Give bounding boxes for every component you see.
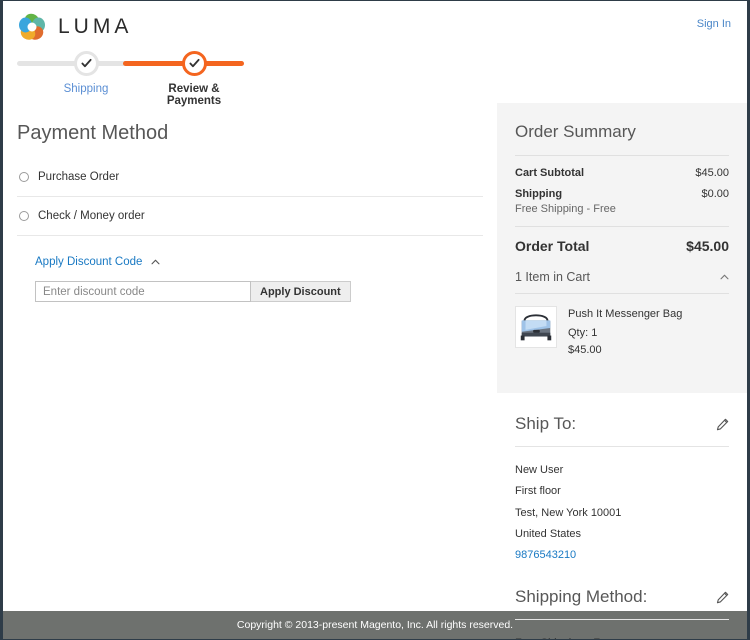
- order-total-value: $45.00: [686, 238, 729, 254]
- copyright-text: Copyright © 2013-present Magento, Inc. A…: [236, 619, 514, 631]
- cart-items-toggle[interactable]: 1 Item in Cart: [515, 270, 729, 294]
- shipping-method-title: Shipping Method:: [515, 587, 648, 607]
- shipping-method-value: Free Shipping - Free: [515, 620, 729, 639]
- phone-link[interactable]: 9876543210: [515, 549, 576, 561]
- checkout-progress-bar: Shipping Review & Payments: [17, 47, 747, 107]
- pencil-icon[interactable]: [716, 418, 729, 431]
- check-icon: [188, 58, 200, 69]
- site-logo[interactable]: LUMA: [17, 12, 733, 42]
- payment-option-label[interactable]: Purchase Order: [38, 171, 119, 183]
- chevron-up-icon[interactable]: [720, 274, 729, 280]
- address-line: First floor: [515, 485, 561, 498]
- cart-item-qty: Qty: 1: [568, 327, 598, 340]
- order-sidebar: Order Summary Cart Subtotal $45.00 Shipp…: [497, 103, 747, 639]
- totals-value: $45.00: [695, 167, 729, 179]
- payment-option-purchase-order[interactable]: Purchase Order: [17, 171, 483, 197]
- messenger-bag-thumbnail-icon: [515, 306, 557, 359]
- order-summary-title: Order Summary: [515, 122, 636, 141]
- ship-to-address: New User First floor Test, New York 1000…: [515, 447, 729, 566]
- address-line: United States: [515, 527, 582, 540]
- radio-purchase-order[interactable]: [19, 172, 29, 182]
- totals-row-cart-subtotal: Cart Subtotal $45.00: [515, 167, 729, 179]
- progress-step-review: Review & Payments: [146, 47, 242, 107]
- progress-step-shipping[interactable]: Shipping: [38, 47, 134, 95]
- checkout-page: LUMA Sign In Shipping Review & Payments …: [3, 1, 747, 639]
- chevron-up-icon: [151, 259, 160, 265]
- totals-label: Shipping: [515, 188, 563, 200]
- radio-check-money-order[interactable]: [19, 211, 29, 221]
- ship-to-header: Ship To:: [515, 414, 729, 448]
- page-title: Payment Method: [17, 122, 169, 144]
- payment-option-label[interactable]: Check / Money order: [38, 210, 145, 222]
- check-icon: [80, 58, 92, 69]
- payment-option-check-money-order[interactable]: Check / Money order: [17, 210, 483, 236]
- luma-flower-logo-icon: [17, 12, 47, 42]
- browser-viewport: LUMA Sign In Shipping Review & Payments …: [0, 0, 750, 640]
- page-header: LUMA Sign In: [3, 1, 747, 47]
- apply-discount-code-toggle[interactable]: Apply Discount Code: [35, 256, 160, 268]
- cart-item-price: $45.00: [568, 344, 602, 357]
- progress-step-label-shipping[interactable]: Shipping: [38, 83, 134, 95]
- sign-in-link[interactable]: Sign In: [697, 18, 731, 30]
- discount-form: Apply Discount: [35, 281, 483, 302]
- cart-items-count-label: 1 Item in Cart: [515, 270, 591, 284]
- address-line: Test, New York 10001: [515, 506, 622, 519]
- shipping-method-header: Shipping Method:: [515, 587, 729, 621]
- cart-item: Push It Messenger Bag Qty: 1 $45.00: [515, 306, 729, 359]
- totals-label: Cart Subtotal: [515, 167, 585, 179]
- payment-method-column: Payment Method Purchase Order Check / Mo…: [3, 103, 483, 302]
- apply-discount-code-label: Apply Discount Code: [35, 256, 143, 268]
- order-total-label: Order Total: [515, 238, 590, 254]
- step-bullet-shipping[interactable]: [73, 51, 99, 76]
- order-summary-panel: Order Summary Cart Subtotal $45.00 Shipp…: [497, 103, 747, 394]
- ship-to-title: Ship To:: [515, 414, 577, 434]
- shipping-method-note: Free Shipping - Free: [515, 203, 616, 215]
- discount-section: Apply Discount Code Apply Discount: [17, 249, 483, 302]
- step-bullet-review: [181, 51, 207, 76]
- totals-value: $0.00: [701, 188, 729, 200]
- summary-divider: [515, 155, 729, 156]
- apply-discount-button[interactable]: Apply Discount: [251, 281, 351, 302]
- pencil-icon[interactable]: [716, 591, 729, 604]
- shipping-method-section: Shipping Method: Free Shipping - Free: [497, 566, 747, 639]
- order-total-row: Order Total $45.00: [515, 226, 729, 254]
- ship-to-section: Ship To: New User First floor Test, New …: [497, 393, 747, 566]
- checkout-content: Payment Method Purchase Order Check / Mo…: [3, 103, 747, 639]
- cart-item-details: Push It Messenger Bag Qty: 1 $45.00: [568, 306, 682, 359]
- totals-row-shipping: Shipping $0.00: [515, 188, 729, 200]
- brand-name: LUMA: [58, 15, 133, 38]
- cart-item-name: Push It Messenger Bag: [568, 308, 683, 320]
- discount-code-input[interactable]: [35, 281, 251, 302]
- address-line: New User: [515, 464, 564, 477]
